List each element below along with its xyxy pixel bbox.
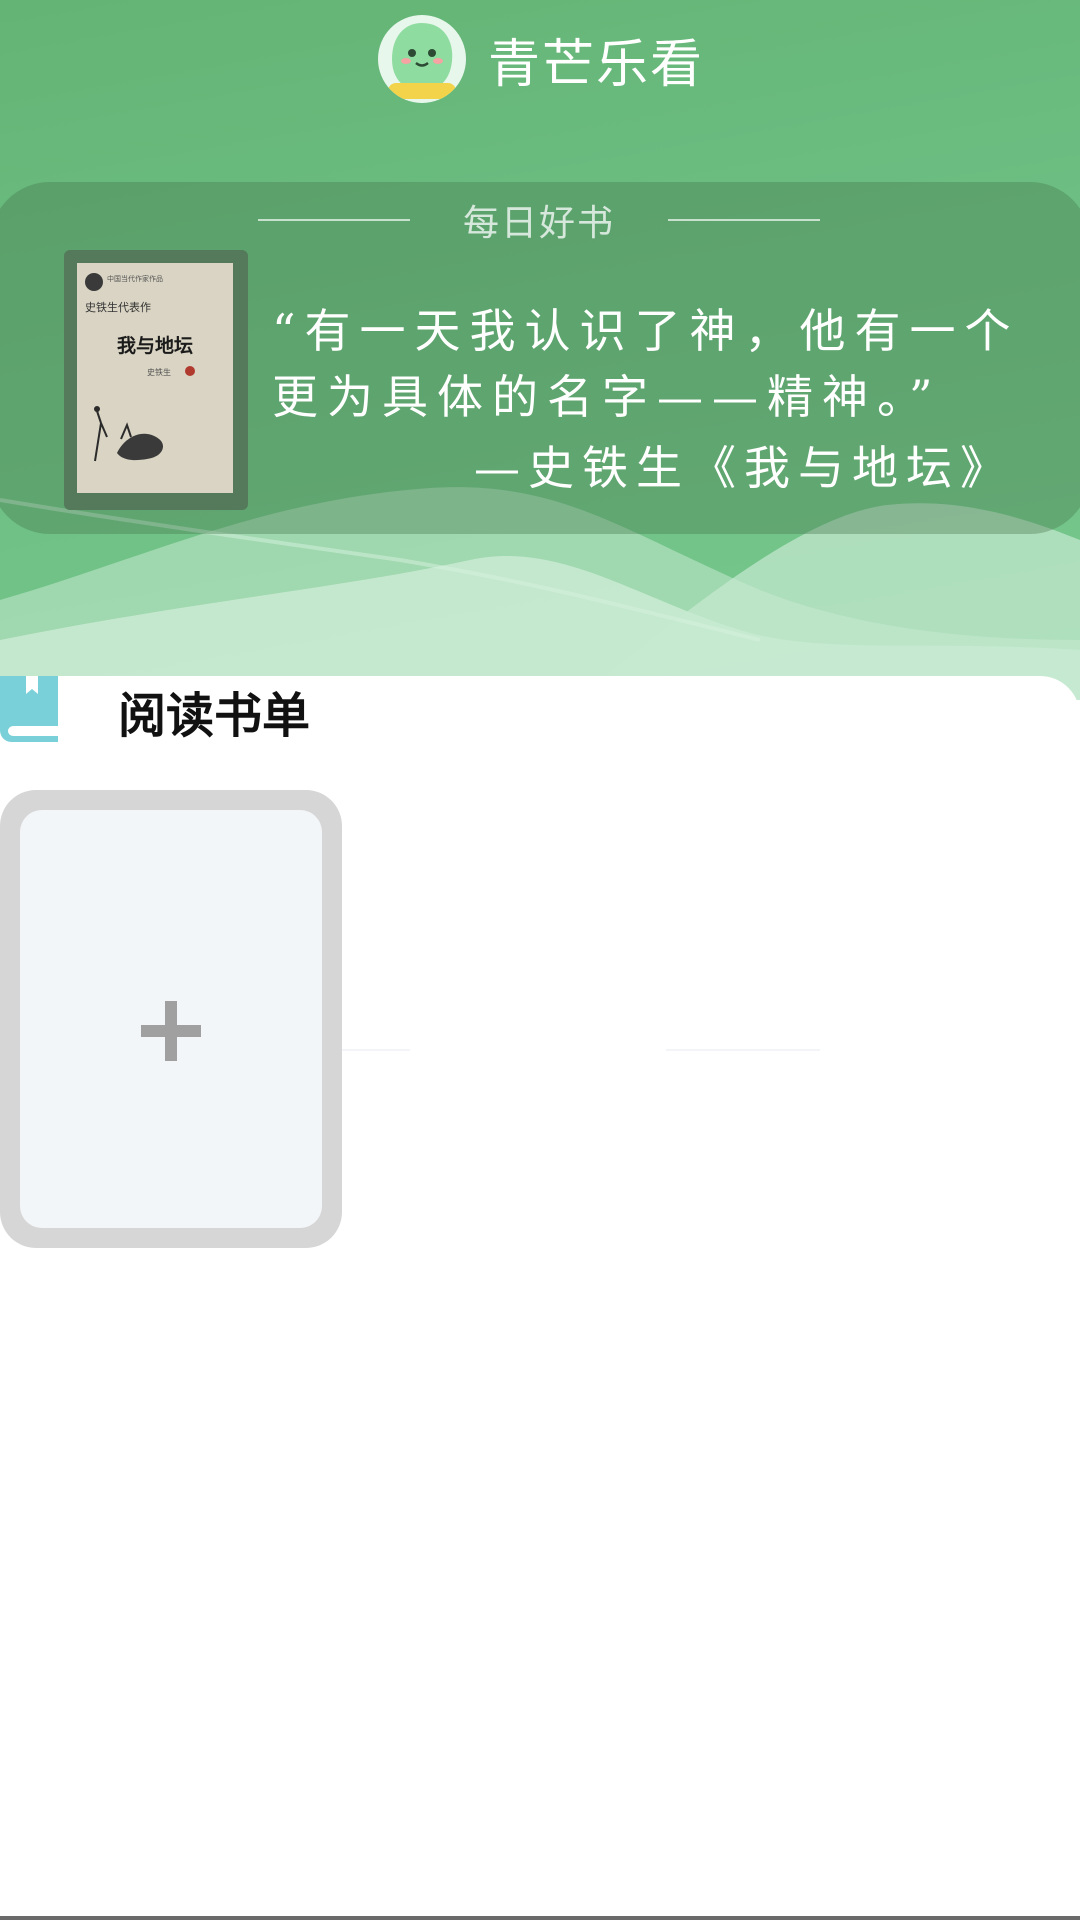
divider xyxy=(342,1049,410,1051)
add-book-button[interactable] xyxy=(0,790,342,1248)
book-cover-subtitle: 史铁生代表作 xyxy=(85,301,151,314)
quote-line: 更为具体的名字——精神。” xyxy=(272,370,942,424)
daily-book-heading: 每日好书 xyxy=(258,196,820,244)
reading-list-title: 阅读书单 xyxy=(118,688,311,744)
book-cover[interactable]: 中国当代作家作品 史铁生代表作 我与地坛 史铁生 xyxy=(64,250,248,510)
book-icon xyxy=(0,676,58,742)
quote-line: “有一天我认识了神，他有一个 xyxy=(272,304,1020,358)
daily-book-title: 每日好书 xyxy=(462,203,615,244)
book-cover-image: 中国当代作家作品 史铁生代表作 我与地坛 史铁生 xyxy=(77,263,233,493)
publisher-badge-icon xyxy=(85,273,103,291)
divider xyxy=(666,1049,820,1051)
bottom-divider xyxy=(0,1916,1080,1920)
book-cover-author: 史铁生 xyxy=(147,368,171,377)
heading-rule-right xyxy=(667,219,820,221)
book-cover-title: 我与地坛 xyxy=(116,335,193,357)
plus-icon-stroke xyxy=(165,1001,177,1061)
add-book-slot xyxy=(20,810,322,1228)
seal-icon xyxy=(185,366,195,376)
book-series: 中国当代作家作品 xyxy=(107,275,163,283)
app-title: 青芒乐看 xyxy=(488,34,705,95)
app-brand: 青芒乐看 xyxy=(378,14,704,104)
heading-rule-left xyxy=(258,219,410,221)
quote-attribution: —史铁生《我与地坛》 xyxy=(474,441,1014,495)
book-quote: “有一天我认识了神，他有一个 更为具体的名字——精神。” xyxy=(272,298,1052,430)
mango-face-icon xyxy=(378,15,466,103)
cover-illustration xyxy=(94,406,163,462)
